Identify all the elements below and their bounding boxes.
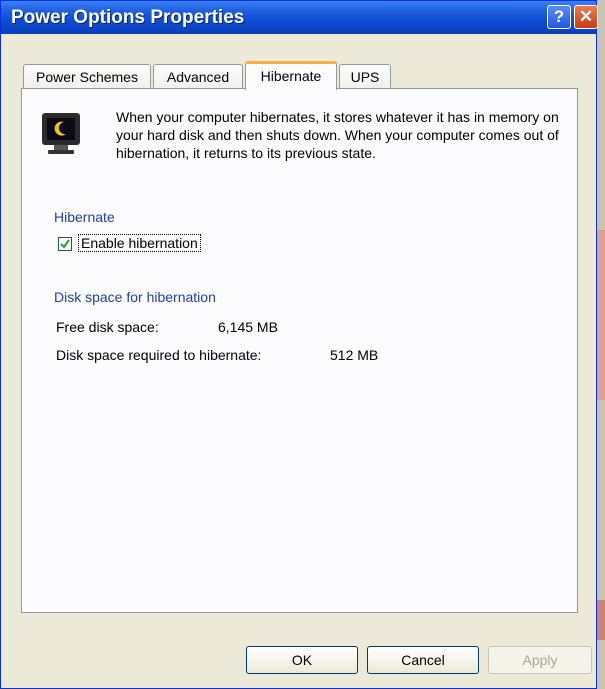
disk-space-group-label: Disk space for hibernation [54, 289, 216, 305]
help-icon: ? [553, 7, 565, 26]
tab-hibernate[interactable]: Hibernate [245, 61, 337, 90]
required-space-value: 512 MB [330, 347, 379, 363]
close-icon: ✕ [578, 7, 594, 26]
help-button[interactable]: ? [547, 5, 571, 29]
required-space-label: Disk space required to hibernate: [56, 347, 262, 363]
cancel-button[interactable]: Cancel [367, 646, 479, 674]
tab-power-schemes[interactable]: Power Schemes [23, 64, 151, 89]
free-space-label: Free disk space: [56, 319, 159, 335]
apply-button[interactable]: Apply [488, 646, 592, 674]
checkmark-icon [60, 239, 70, 249]
hibernate-panel: When your computer hibernates, it stores… [21, 88, 578, 613]
hibernate-group-label: Hibernate [54, 209, 115, 225]
enable-hibernation-label[interactable]: Enable hibernation [78, 234, 201, 252]
window-title: Power Options Properties [11, 7, 245, 28]
enable-hibernation-checkbox[interactable] [58, 237, 72, 251]
power-options-dialog: Power Options Properties ? ✕ Power Schem… [0, 0, 598, 689]
ok-button[interactable]: OK [246, 646, 358, 674]
close-button[interactable]: ✕ [574, 5, 598, 29]
tab-advanced[interactable]: Advanced [153, 64, 243, 89]
free-space-value: 6,145 MB [218, 319, 278, 335]
title-bar[interactable]: Power Options Properties ? ✕ [1, 1, 598, 34]
monitor-icon [42, 113, 80, 154]
hibernate-description: When your computer hibernates, it stores… [116, 109, 559, 161]
tab-ups[interactable]: UPS [339, 64, 391, 89]
